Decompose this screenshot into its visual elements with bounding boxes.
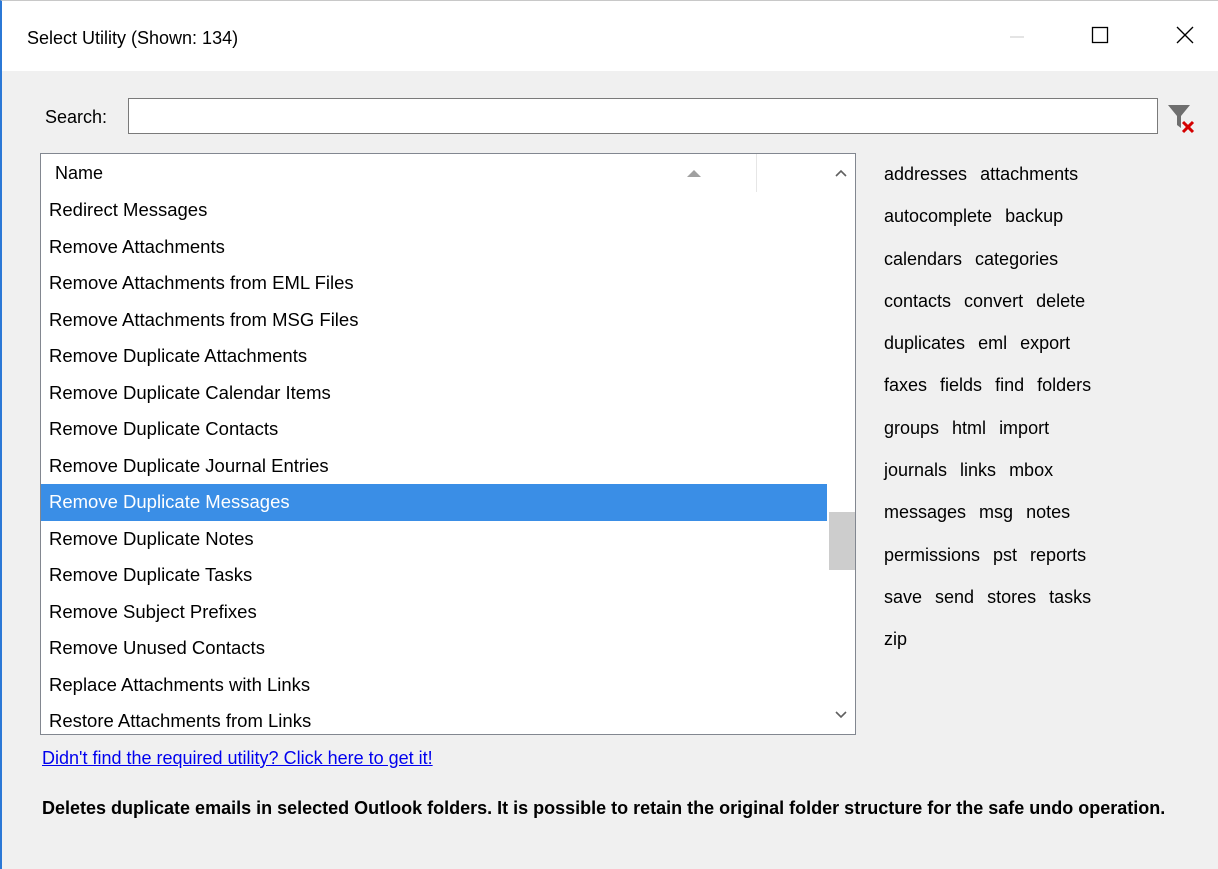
clear-filter-button[interactable] (1165, 101, 1199, 135)
tag-links[interactable]: links (960, 460, 996, 480)
close-button[interactable] (1162, 15, 1208, 59)
scroll-thumb[interactable] (829, 512, 855, 570)
name-column-label: Name (55, 163, 104, 183)
chevron-up-icon (834, 165, 848, 183)
close-icon (1175, 25, 1195, 50)
tag-permissions[interactable]: permissions (884, 545, 980, 565)
tag-line: groups html import (884, 407, 1184, 449)
tag-save[interactable]: save (884, 587, 922, 607)
list-header: Name (41, 154, 827, 192)
tag-pst[interactable]: pst (993, 545, 1017, 565)
window-title: Select Utility (Shown: 134) (27, 28, 239, 48)
list-item[interactable]: Remove Subject Prefixes (41, 594, 827, 631)
get-utility-link[interactable]: Didn't find the required utility? Click … (42, 748, 433, 769)
tag-html[interactable]: html (952, 418, 986, 438)
tag-export[interactable]: export (1020, 333, 1070, 353)
tag-mbox[interactable]: mbox (1009, 460, 1053, 480)
utility-list[interactable]: Name Redirect Messages Remove Attachments… (40, 153, 856, 735)
tag-send[interactable]: send (935, 587, 974, 607)
clear-filter-icon (1165, 105, 1199, 139)
tag-import[interactable]: import (999, 418, 1049, 438)
tag-reports[interactable]: reports (1030, 545, 1086, 565)
tag-convert[interactable]: convert (964, 291, 1023, 311)
list-item[interactable]: Remove Duplicate Tasks (41, 557, 827, 594)
tag-eml[interactable]: eml (978, 333, 1007, 353)
list-item[interactable]: Remove Duplicate Contacts (41, 411, 827, 448)
list-item[interactable]: Remove Duplicate Attachments (41, 338, 827, 375)
vertical-scrollbar[interactable] (827, 154, 855, 734)
tag-folders[interactable]: folders (1037, 375, 1091, 395)
list-item[interactable]: Restore Attachments from Links (41, 703, 827, 734)
tag-line: duplicates eml export (884, 322, 1184, 364)
tag-calendars[interactable]: calendars (884, 249, 962, 269)
list-item[interactable]: Remove Duplicate Calendar Items (41, 375, 827, 412)
utility-description: Deletes duplicate emails in selected Out… (42, 798, 1166, 818)
tag-autocomplete[interactable]: autocomplete (884, 206, 992, 226)
tag-messages[interactable]: messages (884, 502, 966, 522)
tag-line: journals links mbox (884, 449, 1184, 491)
list-item[interactable]: Remove Attachments (41, 229, 827, 266)
tag-find[interactable]: find (995, 375, 1024, 395)
tag-groups[interactable]: groups (884, 418, 939, 438)
tag-line: addresses attachments (884, 153, 1184, 195)
tag-line: contacts convert delete (884, 280, 1184, 322)
tag-contacts[interactable]: contacts (884, 291, 951, 311)
tag-zip[interactable]: zip (884, 629, 907, 649)
search-label: Search: (45, 107, 108, 127)
name-column-header[interactable]: Name (41, 154, 757, 192)
list-item-selected[interactable]: Remove Duplicate Messages (41, 484, 827, 521)
list-rows: Redirect Messages Remove Attachments Remov… (41, 192, 827, 734)
select-utility-dialog: Select Utility (Shown: 134) Search: Name… (0, 0, 1218, 869)
tag-fields[interactable]: fields (940, 375, 982, 395)
list-item[interactable]: Remove Attachments from EML Files (41, 265, 827, 302)
scroll-up-button[interactable] (827, 156, 855, 192)
tag-tasks[interactable]: tasks (1049, 587, 1091, 607)
tag-categories[interactable]: categories (975, 249, 1058, 269)
tag-delete[interactable]: delete (1036, 291, 1085, 311)
tag-line: calendars categories (884, 238, 1184, 280)
list-item[interactable]: Redirect Messages (41, 192, 827, 229)
chevron-down-icon (834, 707, 848, 725)
tag-faxes[interactable]: faxes (884, 375, 927, 395)
tag-addresses[interactable]: addresses (884, 164, 967, 184)
title-bar[interactable]: Select Utility (Shown: 134) (2, 1, 1218, 71)
search-input[interactable] (128, 98, 1158, 134)
minimize-icon (1007, 25, 1027, 50)
minimize-button[interactable] (994, 15, 1040, 59)
tag-backup[interactable]: backup (1005, 206, 1063, 226)
list-item[interactable]: Remove Attachments from MSG Files (41, 302, 827, 339)
tag-line: autocomplete backup (884, 195, 1184, 237)
tag-msg[interactable]: msg (979, 502, 1013, 522)
tag-line: save send stores tasks (884, 576, 1184, 618)
tag-attachments[interactable]: attachments (980, 164, 1078, 184)
list-item[interactable]: Remove Duplicate Notes (41, 521, 827, 558)
sort-ascending-icon (687, 170, 701, 177)
tag-duplicates[interactable]: duplicates (884, 333, 965, 353)
list-item[interactable]: Remove Unused Contacts (41, 630, 827, 667)
tag-line: permissions pst reports (884, 534, 1184, 576)
maximize-icon (1090, 25, 1110, 50)
list-item[interactable]: Replace Attachments with Links (41, 667, 827, 704)
tag-cloud: addresses attachments autocomplete backup ca… (884, 153, 1184, 661)
tag-notes[interactable]: notes (1026, 502, 1070, 522)
tag-line: faxes fields find folders (884, 364, 1184, 406)
tag-journals[interactable]: journals (884, 460, 947, 480)
tag-line: messages msg notes (884, 491, 1184, 533)
tag-stores[interactable]: stores (987, 587, 1036, 607)
list-item[interactable]: Remove Duplicate Journal Entries (41, 448, 827, 485)
tag-line: zip (884, 618, 1184, 660)
scroll-down-button[interactable] (827, 698, 855, 734)
maximize-button[interactable] (1077, 15, 1123, 59)
